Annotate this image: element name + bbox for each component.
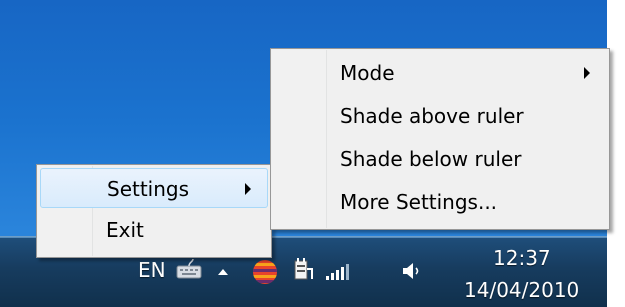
tray-context-menu: Settings Exit <box>36 164 272 258</box>
keyboard-icon[interactable] <box>174 256 204 282</box>
clock-date: 14/04/2010 <box>464 278 580 302</box>
menu-item-shade-below-ruler[interactable]: Shade below ruler <box>274 139 606 179</box>
menu-item-mode[interactable]: Mode <box>274 53 606 93</box>
ruler-app-icon[interactable] <box>251 258 279 286</box>
menu-item-shade-above-ruler[interactable]: Shade above ruler <box>274 96 606 136</box>
menu-item-exit[interactable]: Exit <box>40 210 268 250</box>
language-indicator[interactable]: EN <box>138 258 166 282</box>
menu-item-label: More Settings... <box>340 190 498 214</box>
menu-item-settings[interactable]: Settings <box>40 168 268 208</box>
network-signal-icon[interactable] <box>323 262 351 282</box>
submenu-arrow-icon <box>584 67 590 79</box>
menu-item-more-settings[interactable]: More Settings... <box>274 182 606 222</box>
volume-icon[interactable] <box>400 258 424 284</box>
menu-item-label: Exit <box>106 218 144 242</box>
menu-item-label: Settings <box>107 177 190 201</box>
menu-item-label: Mode <box>340 61 395 85</box>
submenu-arrow-icon <box>245 183 251 195</box>
show-hidden-icons-icon[interactable] <box>216 266 230 278</box>
power-icon[interactable] <box>289 256 315 284</box>
settings-submenu: Mode Shade above ruler Shade below ruler… <box>270 48 610 230</box>
clock-time: 12:37 <box>493 246 551 270</box>
menu-item-label: Shade below ruler <box>340 147 522 171</box>
menu-item-label: Shade above ruler <box>340 104 524 128</box>
